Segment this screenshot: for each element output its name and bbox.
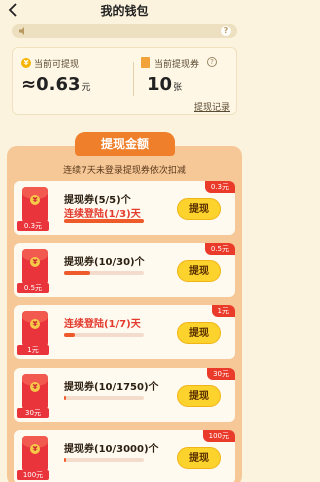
amount-badge: 30元: [207, 368, 235, 380]
notice-bar: ?: [12, 24, 237, 38]
amount-badge: 100元: [202, 430, 235, 442]
withdraw-button[interactable]: 提现: [177, 447, 221, 469]
ticket-label: 当前提现券: [154, 60, 200, 70]
top-bar: 我的钱包: [0, 0, 249, 20]
withdraw-button[interactable]: 提现: [177, 260, 221, 282]
coin-icon: ¥: [21, 58, 31, 68]
yuan-coin-icon: ¥: [30, 195, 40, 205]
speaker-icon: [19, 27, 24, 35]
progress-track: [64, 396, 144, 400]
envelope-amount: 0.5元: [17, 283, 49, 293]
amount-badge: 1元: [211, 305, 235, 317]
task-title: 提现券(5/5)个: [64, 195, 131, 206]
progress-track: [64, 458, 144, 462]
envelope-amount: 100元: [17, 470, 49, 480]
progress-fill: [64, 396, 67, 400]
progress-fill: [64, 219, 144, 223]
divider: [133, 62, 134, 96]
red-envelope-icon: ¥: [22, 249, 48, 285]
progress-fill: [64, 271, 91, 275]
task-title: 提现券(10/3000)个: [64, 444, 159, 455]
envelope-amount: 0.3元: [17, 221, 49, 231]
progress-track: [64, 333, 144, 337]
red-envelope-icon: ¥: [22, 187, 48, 223]
balance-card: ¥ 当前可提现 ≈0.63元 当前提现券 ? 10张 提现记录: [12, 47, 237, 115]
task-card: ¥ 1元 连续登陆(1/7)天 1元 提现: [14, 305, 235, 359]
task-card: ¥ 30元 提现券(10/1750)个 30元 提现: [14, 368, 235, 422]
help-icon[interactable]: ?: [221, 26, 231, 36]
amount-badge: 0.5元: [204, 243, 235, 255]
withdrawable-amount: ≈0.63元: [21, 74, 91, 95]
ticket-icon: [141, 57, 150, 68]
progress-fill: [64, 458, 67, 462]
panel-title: 提现金额: [75, 132, 175, 156]
yuan-coin-icon: ¥: [30, 382, 40, 392]
ticket-count: 10张: [147, 74, 183, 95]
task-card: ¥ 0.3元 提现券(5/5)个 连续登陆(1/3)天 0.3元 提现: [14, 181, 235, 235]
withdraw-button[interactable]: 提现: [177, 198, 221, 220]
yuan-coin-icon: ¥: [30, 319, 40, 329]
ticket-help-icon[interactable]: ?: [207, 57, 217, 67]
withdraw-record-link[interactable]: 提现记录: [194, 100, 230, 113]
red-envelope-icon: ¥: [22, 311, 48, 347]
withdraw-button[interactable]: 提现: [177, 385, 221, 407]
task-card: ¥ 100元 提现券(10/3000)个 100元 提现: [14, 430, 235, 482]
task-title: 提现券(10/1750)个: [64, 382, 159, 393]
panel-subtitle: 连续7天未登录提现券依次扣减: [63, 166, 186, 176]
envelope-amount: 30元: [17, 408, 49, 418]
task-subtitle: 连续登陆(1/7)天: [64, 319, 141, 330]
yuan-coin-icon: ¥: [30, 257, 40, 267]
progress-track: [64, 219, 144, 223]
yuan-coin-icon: ¥: [30, 444, 40, 454]
task-subtitle: 连续登陆(1/3)天: [64, 209, 141, 220]
task-card: ¥ 0.5元 提现券(10/30)个 0.5元 提现: [14, 243, 235, 297]
withdraw-button[interactable]: 提现: [177, 322, 221, 344]
progress-track: [64, 271, 144, 275]
withdrawable-label: 当前可提现: [34, 60, 80, 70]
page-title: 我的钱包: [100, 4, 149, 18]
task-title: 提现券(10/30)个: [64, 257, 145, 268]
envelope-amount: 1元: [17, 345, 49, 355]
red-envelope-icon: ¥: [22, 436, 48, 472]
amount-badge: 0.3元: [204, 181, 235, 193]
red-envelope-icon: ¥: [22, 374, 48, 410]
progress-fill: [64, 333, 76, 337]
